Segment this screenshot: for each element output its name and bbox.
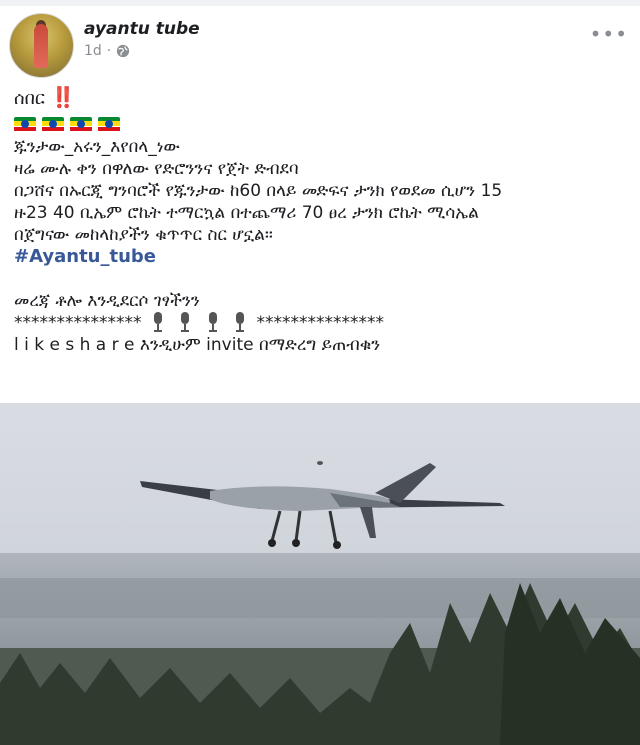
ethiopian-flag-icon bbox=[98, 116, 120, 132]
post-header: ayantu tube 1d · ••• bbox=[0, 6, 640, 80]
post-meta: 1d · bbox=[84, 43, 130, 59]
text-line-1: ጁንታው_አሩን_እየበላ_ነው bbox=[14, 137, 180, 157]
microphone-icon bbox=[208, 312, 217, 332]
ethiopian-flag-icon bbox=[70, 116, 92, 132]
flags-row bbox=[14, 112, 626, 136]
title-line: ሰበር ‼️ bbox=[14, 86, 626, 112]
ethiopian-flag-icon bbox=[14, 116, 36, 132]
globe-icon bbox=[117, 44, 130, 58]
microphone-icon bbox=[181, 312, 190, 332]
microphone-icon bbox=[153, 312, 162, 332]
hashtag-link[interactable]: #Ayantu_tube bbox=[14, 246, 626, 268]
dot-separator: · bbox=[106, 43, 112, 59]
avatar-figure bbox=[34, 24, 48, 68]
text-line-6: መረጃ ቶሎ እንዲደርሶ ገፃችንን bbox=[14, 291, 200, 311]
text-line-7: l i k e s h a r e እንዲሁም invite በማድረግ ይጠብ… bbox=[14, 335, 381, 355]
text-line-4: ዙ23 40 ቢኤም ሮኬት ተማርኳል በተጨማሪ 70 ፀረ ታንክ ሮኬት… bbox=[14, 203, 479, 223]
double-exclamation-icon: ‼️ bbox=[50, 85, 76, 109]
microphone-icon bbox=[236, 312, 245, 332]
text-line-3: በጋሸና በኡርጂ ግንባሮች የጁንታው ከ60 በላይ መድፍና ታንክ የ… bbox=[14, 181, 503, 201]
stars-left: *************** bbox=[14, 313, 142, 333]
title-text: ሰበር bbox=[14, 88, 45, 109]
text-line-5: በጀግናው መከላከያችን ቁጥጥር ስር ሆኗል። bbox=[14, 225, 273, 245]
stars-line: *************** *************** bbox=[14, 312, 626, 334]
more-options-icon[interactable]: ••• bbox=[590, 24, 628, 44]
drone-photo-svg bbox=[0, 403, 640, 745]
text-line-2: ዛሬ ሙሉ ቀን በዋለው የድሮንንና የጀት ድብደባ bbox=[14, 159, 299, 179]
post-time[interactable]: 1d bbox=[84, 43, 102, 59]
stars-right: *************** bbox=[256, 313, 385, 333]
ethiopian-flag-icon bbox=[42, 116, 64, 132]
avatar[interactable] bbox=[9, 13, 74, 78]
post-text: ሰበር ‼️ ጁንታው_አሩን_እየበላ_ነው ዛሬ ሙሉ ቀን በዋለው የድ… bbox=[14, 86, 626, 356]
page-name[interactable]: ayantu tube bbox=[84, 19, 200, 39]
drone-photo[interactable] bbox=[0, 403, 640, 745]
